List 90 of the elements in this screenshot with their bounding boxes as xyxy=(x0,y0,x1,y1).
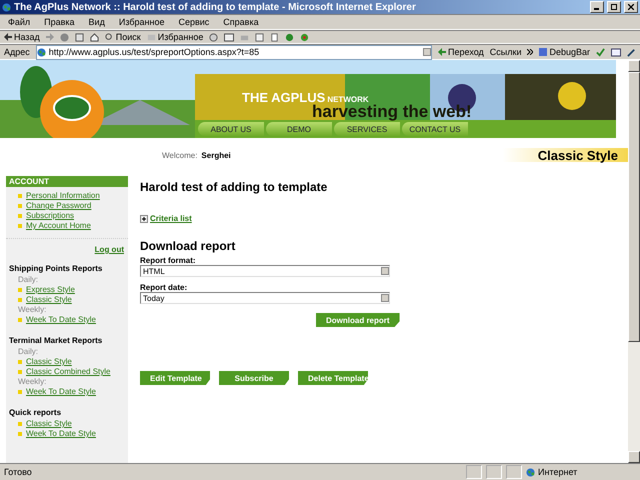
sidebar-link[interactable]: Classic Combined Style xyxy=(26,367,110,376)
style-title: Classic Style xyxy=(538,148,618,162)
bullet-icon xyxy=(18,194,22,198)
menu-item[interactable]: Правка xyxy=(40,17,79,27)
document-icon[interactable] xyxy=(270,32,280,42)
nav-tab[interactable]: DEMO xyxy=(266,122,332,136)
download-button[interactable]: Download report xyxy=(316,313,400,327)
brand-text: THE AGPLUS xyxy=(242,90,326,105)
menu-item[interactable]: Сервис xyxy=(174,17,214,27)
bullet-icon xyxy=(18,214,22,218)
section-title: Quick reports xyxy=(8,407,62,419)
bullet-icon xyxy=(18,360,22,364)
action-button[interactable]: Subscribe xyxy=(219,371,289,385)
page-title: Harold test of adding to template xyxy=(140,180,328,194)
checkmark-icon[interactable] xyxy=(596,48,605,56)
minimize-button[interactable] xyxy=(590,1,604,13)
menu-item[interactable]: Избранное xyxy=(114,17,168,27)
maximize-button[interactable] xyxy=(607,1,621,13)
pen-icon[interactable] xyxy=(627,48,636,56)
scrollbar[interactable] xyxy=(628,60,640,463)
close-icon xyxy=(628,4,634,10)
bullet-icon xyxy=(18,422,22,426)
section-heading: Download report xyxy=(140,239,236,253)
go-arrow-icon xyxy=(438,48,446,56)
sidebar-link[interactable]: Week To Date Style xyxy=(26,429,96,438)
section-title: Shipping Points Reports xyxy=(8,263,104,275)
dropdown[interactable]: HTML xyxy=(140,265,390,277)
search-icon xyxy=(104,32,114,42)
sidebar-link[interactable]: Classic Style xyxy=(26,357,72,366)
sidebar-link[interactable]: Personal Information xyxy=(26,191,100,200)
go-button[interactable]: Переход xyxy=(438,47,484,57)
sidebar-link[interactable]: Week To Date Style xyxy=(26,315,96,324)
section-title: Terminal Market Reports xyxy=(8,335,104,347)
window-title: The AgPlus Network :: Harold test of adding to template - Microsoft Internet Explorer xyxy=(14,2,417,12)
bullet-icon xyxy=(18,318,22,322)
period-label: Weekly: xyxy=(18,377,48,386)
globe-icon xyxy=(526,468,535,476)
sidebar-link[interactable]: Classic Style xyxy=(26,419,72,428)
menu-item[interactable]: Справка xyxy=(219,17,263,27)
bullet-icon xyxy=(18,298,22,302)
status-text: Готово xyxy=(4,467,33,477)
chevron-icon[interactable] xyxy=(527,49,534,55)
bullet-icon xyxy=(18,370,22,374)
field-label: Report date: xyxy=(140,283,188,292)
bullet-icon xyxy=(18,390,22,394)
nav-tab[interactable]: ABOUT US xyxy=(198,122,264,136)
bullet-icon xyxy=(18,288,22,292)
expand-icon[interactable] xyxy=(140,214,148,222)
search-button[interactable]: Поиск xyxy=(104,32,141,42)
period-label: Daily: xyxy=(18,347,40,356)
sidebar-link[interactable]: My Account Home xyxy=(26,221,91,230)
status-panel xyxy=(466,465,482,479)
user-name: Serghei xyxy=(201,150,231,160)
links-button[interactable]: Ссылки xyxy=(490,47,522,57)
close-button[interactable] xyxy=(624,1,638,13)
globe-icon xyxy=(2,2,11,12)
nav-tab[interactable]: SERVICES xyxy=(334,122,400,136)
action-button[interactable]: Edit Template xyxy=(140,371,210,385)
dropdown[interactable]: Today xyxy=(140,292,390,304)
action-button[interactable]: Delete Template xyxy=(298,371,368,385)
welcome-label: Welcome: xyxy=(162,150,198,160)
bullet-icon xyxy=(18,204,22,208)
criteria-link[interactable]: Criteria list xyxy=(150,214,192,223)
period-label: Daily: xyxy=(18,275,40,284)
sidebar-link[interactable]: Express Style xyxy=(26,285,75,294)
globe-icon xyxy=(36,48,46,56)
bullet-icon xyxy=(18,224,22,228)
period-label: Weekly: xyxy=(18,305,48,314)
sidebar-link[interactable]: Subscriptions xyxy=(26,211,74,220)
back-button[interactable]: Назад xyxy=(4,32,40,42)
status-panel xyxy=(506,465,522,479)
nav-tab[interactable]: CONTACT US xyxy=(402,122,468,136)
favorites-button[interactable]: Избранное xyxy=(146,32,204,42)
logout-link[interactable]: Log out xyxy=(6,238,128,256)
account-heading: ACCOUNT xyxy=(6,176,128,187)
status-panel xyxy=(486,465,502,479)
sidebar-link[interactable]: Change Password xyxy=(26,201,92,210)
back-arrow-icon xyxy=(4,33,12,41)
menu-item[interactable]: Файл xyxy=(4,17,34,27)
maximize-icon xyxy=(611,4,617,10)
sidebar-link[interactable]: Classic Style xyxy=(26,295,72,304)
menu-item[interactable]: Вид xyxy=(84,17,109,27)
home-icon[interactable] xyxy=(90,32,99,42)
address-label: Адрес xyxy=(4,47,30,57)
bullet-icon xyxy=(18,432,22,436)
sidebar-link[interactable]: Week To Date Style xyxy=(26,387,96,396)
field-label: Report format: xyxy=(140,256,196,265)
zone-label: Интернет xyxy=(538,467,578,477)
address-field[interactable]: http://www.agplus.us/test/spreportOptions.aspx?t=85 xyxy=(36,44,432,60)
debugbar-button[interactable]: DebugBar xyxy=(539,47,590,57)
